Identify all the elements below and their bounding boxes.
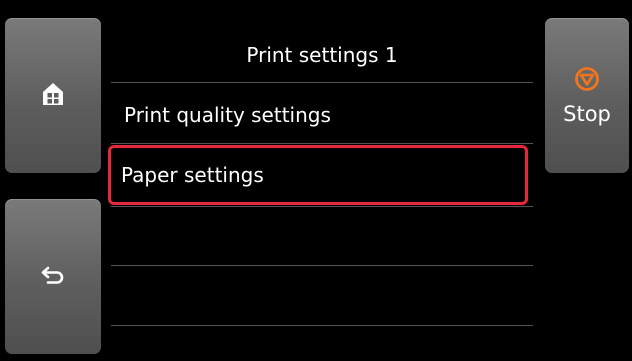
divider [111, 325, 533, 326]
page-title: Print settings 1 [246, 43, 398, 67]
stop-label: Stop [563, 101, 611, 126]
home-icon [42, 82, 64, 110]
divider [111, 265, 533, 266]
stop-icon [574, 66, 600, 96]
back-button[interactable] [5, 199, 101, 354]
divider [111, 206, 533, 207]
menu-item-empty [111, 268, 533, 324]
divider [111, 82, 533, 83]
menu-item-paper-settings[interactable]: Paper settings [108, 145, 528, 205]
menu-item-label: Paper settings [121, 163, 264, 187]
menu-item-empty [111, 208, 533, 264]
home-button[interactable] [5, 18, 101, 173]
back-arrow-icon [41, 265, 65, 289]
divider [111, 143, 533, 144]
menu-item-print-quality-settings[interactable]: Print quality settings [111, 87, 533, 143]
stop-button[interactable]: Stop [545, 18, 629, 173]
menu-item-label: Print quality settings [124, 103, 331, 127]
